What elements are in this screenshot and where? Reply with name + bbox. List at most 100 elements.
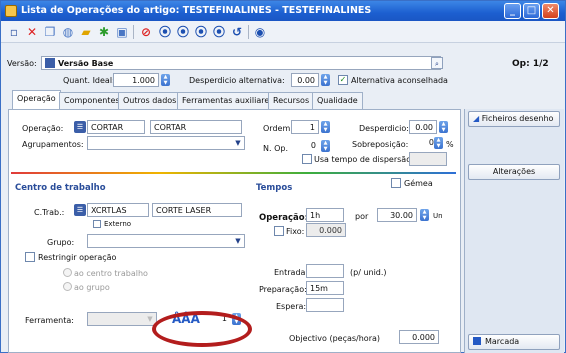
cancel-icon[interactable]: ⊘ — [139, 25, 153, 39]
per-input[interactable]: 30.00 — [377, 208, 417, 222]
tab-qualidade[interactable]: Qualidade — [312, 92, 363, 109]
minimize-button[interactable]: _ — [504, 3, 521, 19]
opt-center-radio[interactable] — [63, 268, 72, 277]
maximize-button[interactable]: □ — [523, 3, 540, 19]
toolbar: ▫ ✕ ❐ ◍ ▰ ✱ ▣ ⊘ ⦿ ⦿ ⦿ ⦿ ↺ ◉ — [1, 21, 565, 43]
alt-waste-spinner[interactable]: ▲ ▼ — [321, 74, 330, 86]
waste-spinner[interactable]: ▲ ▼ — [439, 121, 448, 133]
drawings-button[interactable]: ◢ Ficheiros desenho — [468, 111, 560, 127]
input-label: Entrada: — [274, 268, 309, 277]
ctrab-desc-input[interactable]: CORTE LASER — [152, 203, 242, 217]
prep-input[interactable]: 15m — [306, 281, 344, 295]
window-title: Lista de Operações do artigo: TESTEFINAL… — [21, 5, 372, 16]
tab-componentes[interactable]: Componentes — [59, 92, 125, 109]
version-field[interactable]: Versão Base — [41, 56, 441, 70]
lookup-icon[interactable]: ☰ — [74, 204, 86, 216]
tab-ferramentas-auxiliares[interactable]: Ferramentas auxiliares — [177, 92, 279, 109]
app-icon — [5, 5, 17, 17]
prep-label: Preparação: — [259, 285, 307, 294]
op-time-input[interactable]: 1h — [306, 208, 344, 222]
chevron-down-icon[interactable]: ▼ — [232, 235, 244, 247]
group-select[interactable] — [87, 234, 245, 248]
tab-operacao[interactable]: Operação — [12, 90, 61, 110]
tab-recursos[interactable]: Recursos — [268, 92, 315, 109]
workcenter-title: Centro de trabalho — [15, 183, 106, 193]
version-search-icon[interactable]: ⌕ — [431, 57, 443, 69]
nop-input[interactable]: 0 — [291, 139, 319, 153]
per-label: por — [355, 212, 369, 221]
ctrab-label: C.Trab.: — [34, 208, 65, 217]
copy-icon[interactable]: ❐ — [43, 25, 57, 39]
marked-label: Marcada — [485, 337, 520, 346]
edit-icon[interactable]: ◍ — [61, 25, 75, 39]
order-spinner[interactable]: ▲ ▼ — [321, 121, 330, 133]
nop-spinner[interactable]: ▲ ▼ — [321, 140, 330, 152]
opt-group-radio[interactable] — [63, 282, 72, 291]
dispersal-input[interactable] — [409, 152, 447, 166]
highlight-oval — [152, 311, 252, 347]
op-label: Operação: — [22, 124, 64, 133]
toolbar-separator — [248, 25, 249, 39]
ctrab-code-input[interactable]: XCRTLAS — [87, 203, 149, 217]
per-spinner[interactable]: ▲ ▼ — [420, 209, 429, 221]
close-button[interactable]: ✕ — [542, 3, 559, 19]
input-time-input[interactable] — [306, 264, 344, 278]
prev-icon[interactable]: ⦿ — [176, 25, 190, 39]
groups-select[interactable] — [87, 136, 245, 150]
delete-x-icon[interactable]: ✕ — [25, 25, 39, 39]
dispersal-checkbox[interactable] — [302, 154, 312, 164]
waste-input[interactable]: 0.00 — [409, 120, 437, 134]
order-input[interactable]: 1 — [291, 120, 319, 134]
save-icon[interactable]: ▣ — [115, 25, 129, 39]
restrict-label: Restringir operação — [38, 253, 117, 262]
restrict-checkbox[interactable] — [25, 252, 35, 262]
version-label: Versão: — [7, 59, 37, 68]
opt-center-label: ao centro trabalho — [74, 269, 148, 278]
alt-waste-label: Desperdicio alternativa: — [189, 76, 285, 85]
last-icon[interactable]: ⦿ — [212, 25, 226, 39]
qty-label: Quant. Ideal: — [63, 76, 115, 85]
external-label: Externo — [104, 220, 132, 228]
op-code-input[interactable]: CORTAR — [87, 120, 145, 134]
drawing-icon: ◢ — [473, 114, 482, 123]
nop-label: N. Op. — [263, 144, 288, 153]
toolbar-separator — [133, 25, 134, 39]
op-desc-input[interactable]: CORTAR — [150, 120, 242, 134]
overlap-spinner[interactable]: ▲ ▼ — [434, 137, 443, 149]
chevron-down-icon[interactable]: ▼ — [232, 137, 244, 149]
fixed-input[interactable]: 0.000 — [306, 223, 346, 237]
tab-outros-dados[interactable]: Outros dados — [118, 92, 182, 109]
marked-button[interactable]: Marcada — [468, 334, 560, 350]
overlap-unit: % — [446, 140, 454, 149]
overlap-input[interactable]: 0 — [409, 136, 437, 150]
side-panel — [464, 109, 564, 353]
objective-label: Objectivo (peças/hora) — [289, 334, 381, 343]
lookup-icon[interactable]: ☰ — [74, 121, 86, 133]
version-value: Versão Base — [58, 59, 114, 68]
opt-group-label: ao grupo — [74, 283, 110, 292]
refresh-icon[interactable]: ✱ — [97, 25, 111, 39]
times-title: Tempos — [256, 183, 293, 193]
twin-label: Gémea — [404, 179, 433, 188]
alt-recommended-checkbox[interactable]: ✓ — [338, 75, 348, 85]
first-icon[interactable]: ⦿ — [158, 25, 172, 39]
changes-button[interactable]: Alterações — [468, 164, 560, 180]
objective-input[interactable]: 0.000 — [399, 330, 439, 344]
per-unit: Un — [433, 212, 443, 220]
tool-label: Ferramenta: — [25, 316, 74, 325]
title-bar: Lista de Operações do artigo: TESTEFINAL… — [1, 1, 565, 21]
undo-icon[interactable]: ↺ — [230, 25, 244, 39]
help-icon[interactable]: ◉ — [253, 25, 267, 39]
wait-input[interactable] — [306, 298, 344, 312]
external-checkbox[interactable] — [93, 220, 101, 228]
fixed-checkbox[interactable] — [274, 226, 284, 236]
order-label: Ordem: — [263, 124, 293, 133]
open-icon[interactable]: ▰ — [79, 25, 93, 39]
qty-input[interactable]: 1.000 — [113, 73, 159, 87]
new-doc-icon[interactable]: ▫ — [7, 25, 21, 39]
twin-checkbox[interactable] — [391, 178, 401, 188]
input-unit: (p/ unid.) — [350, 268, 387, 277]
next-icon[interactable]: ⦿ — [194, 25, 208, 39]
qty-spinner[interactable]: ▲ ▼ — [161, 74, 170, 86]
alt-waste-input[interactable]: 0.00 — [291, 73, 319, 87]
